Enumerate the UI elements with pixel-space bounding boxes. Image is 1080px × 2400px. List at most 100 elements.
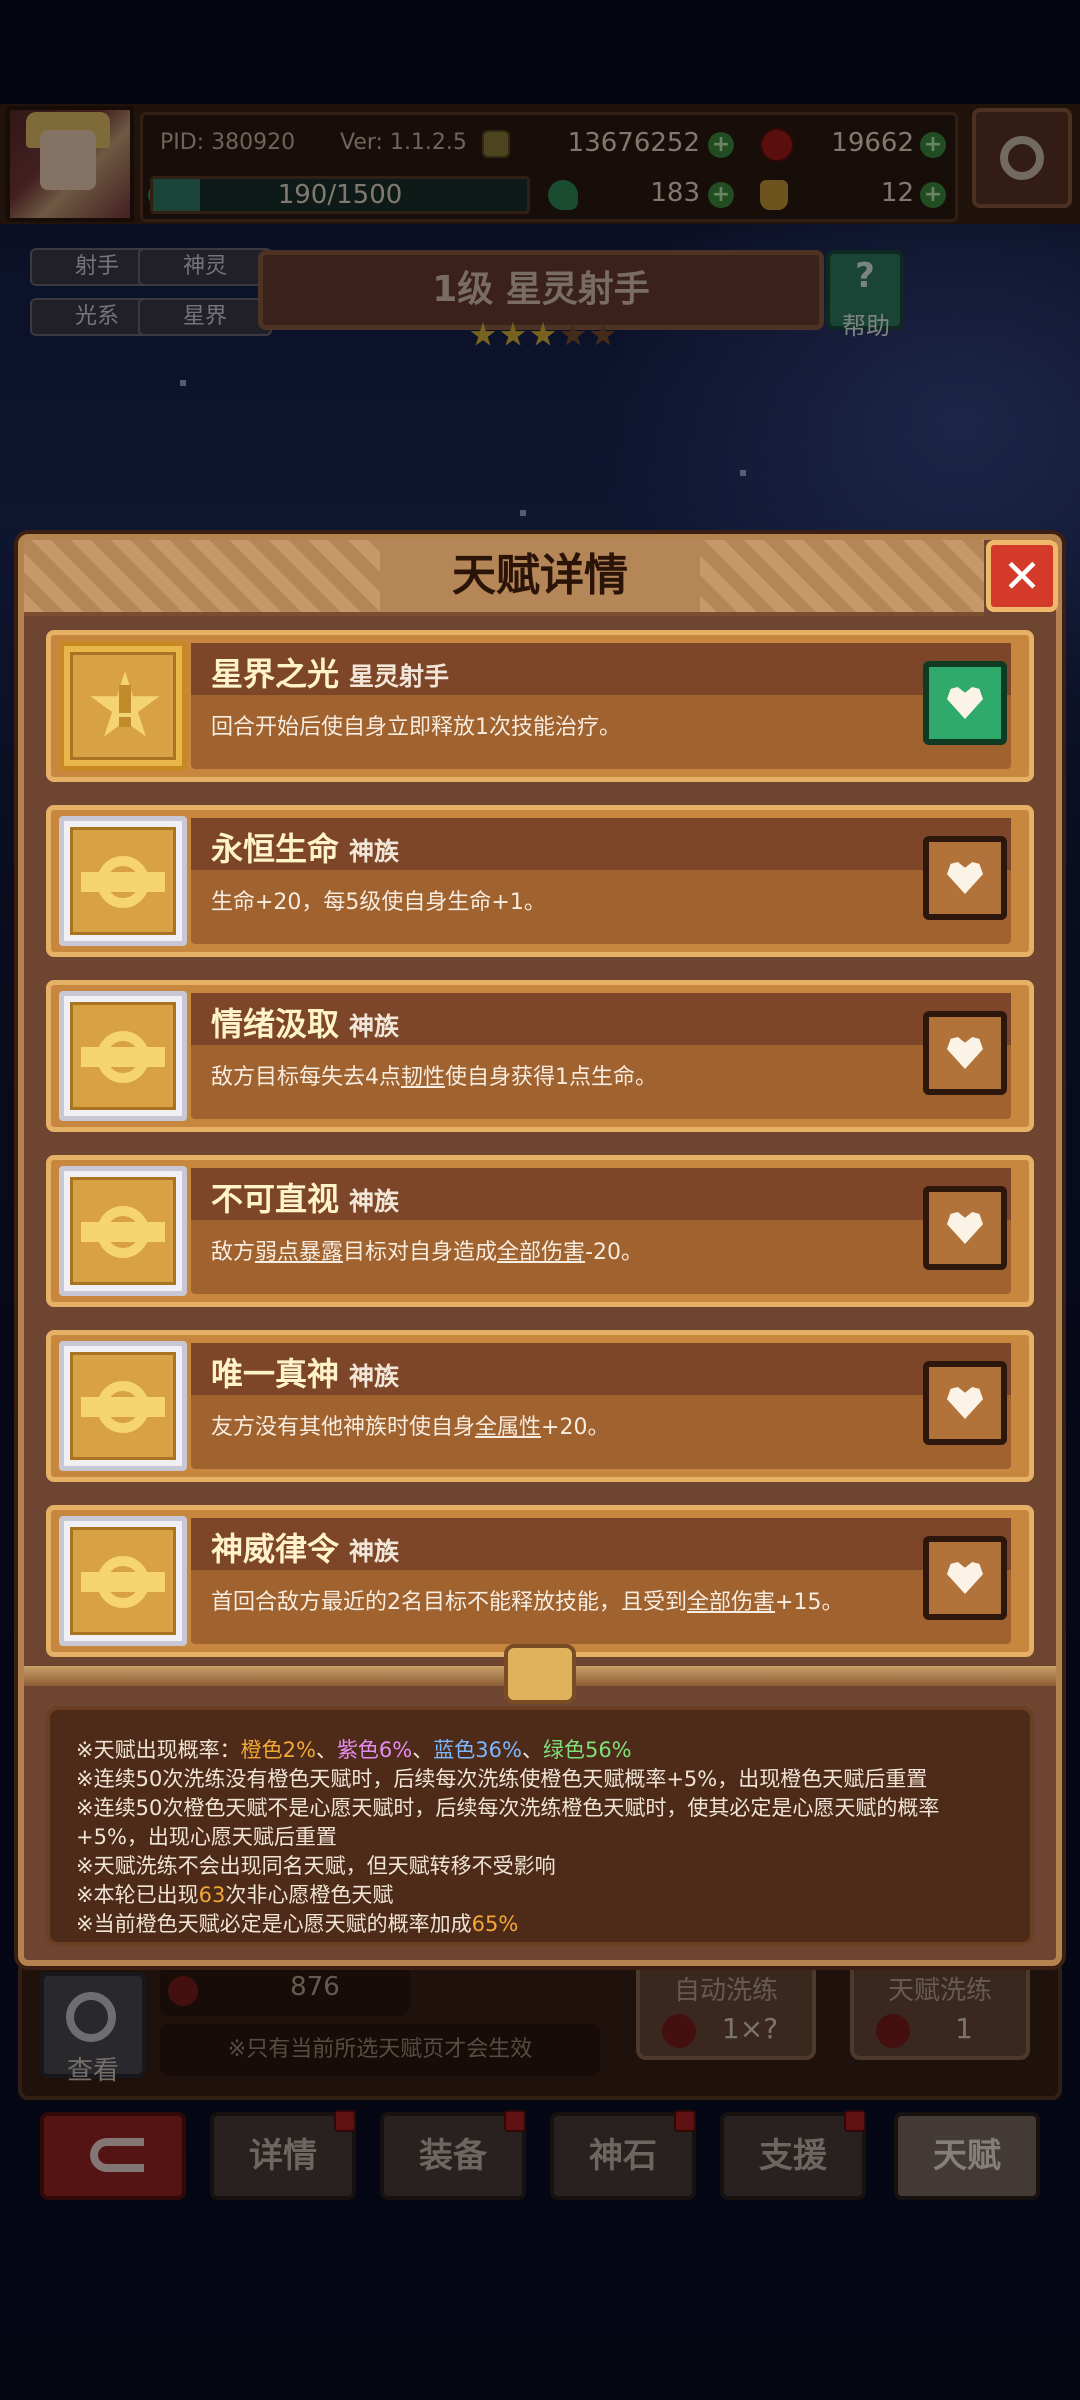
keyword-link[interactable]: 全部伤害 bbox=[687, 1590, 775, 1615]
purple-probability: 紫色6% bbox=[336, 1738, 413, 1762]
halo-ring-icon bbox=[70, 1177, 176, 1285]
talent-name-text: 不可直视 bbox=[211, 1180, 340, 1218]
description-text: +15。 bbox=[775, 1590, 844, 1615]
pity-rule-wish-cont: +5%，出现心愿天赋后重置 bbox=[76, 1825, 337, 1849]
halo-ring-icon bbox=[70, 827, 176, 935]
talent-name: 星界之光 星灵射手 bbox=[211, 649, 449, 695]
separator: 、 bbox=[315, 1738, 337, 1762]
talent-faction-tag: 神族 bbox=[349, 837, 400, 866]
ring-shape bbox=[97, 1031, 149, 1083]
talent-faction-tag: 星灵射手 bbox=[349, 662, 450, 691]
probability-line: ※天赋出现概率：橙色2%、紫色6%、蓝色36%、绿色56% bbox=[76, 1734, 632, 1764]
pity-rule-orange: ※连续50次洗练没有橙色天赋时，后续每次洗练使橙色天赋概率+5%，出现橙色天赋后… bbox=[76, 1767, 928, 1791]
talent-faction-tag: 神族 bbox=[349, 1362, 400, 1391]
ring-shape bbox=[97, 1206, 149, 1258]
exclamation-mark bbox=[119, 685, 131, 713]
wish-bonus-prefix: ※当前橙色天赋必定是心愿天赋的概率加成 bbox=[76, 1912, 472, 1936]
description-text: 首回合敌方最近的2名目标不能释放技能，且受到 bbox=[211, 1590, 687, 1615]
ring-shape bbox=[97, 1556, 149, 1608]
talent-card[interactable]: 不可直视 神族敌方弱点暴露目标对自身造成全部伤害-20。 bbox=[46, 1155, 1034, 1307]
talent-description: 敌方弱点暴露目标对自身造成全部伤害-20。 bbox=[211, 1234, 971, 1266]
talent-description: 友方没有其他神族时使自身全属性+20。 bbox=[211, 1409, 971, 1441]
description-text: 使自身获得1点生命。 bbox=[445, 1065, 658, 1090]
round-count-value: 63 bbox=[198, 1883, 226, 1907]
wish-button[interactable] bbox=[923, 836, 1007, 920]
heart-icon bbox=[947, 1037, 983, 1069]
talent-name: 情绪汲取 神族 bbox=[211, 999, 399, 1045]
heart-icon bbox=[947, 1562, 983, 1594]
wish-selected-button[interactable] bbox=[923, 661, 1007, 745]
round-count-suffix: 次非心愿橙色天赋 bbox=[225, 1883, 394, 1907]
keyword-link[interactable]: 全属性 bbox=[475, 1415, 541, 1440]
talent-icon-frame bbox=[59, 991, 187, 1121]
description-text: +20。 bbox=[541, 1415, 610, 1440]
heart-icon bbox=[947, 862, 983, 894]
close-icon: ✕ bbox=[1002, 549, 1042, 603]
talent-faction-tag: 神族 bbox=[349, 1187, 400, 1216]
ring-shape bbox=[97, 856, 149, 908]
description-text: -20。 bbox=[585, 1240, 643, 1265]
wish-button[interactable] bbox=[923, 1011, 1007, 1095]
wish-bonus-line: ※当前橙色天赋必定是心愿天赋的概率加成65% bbox=[76, 1908, 518, 1938]
wish-bonus-value: 65% bbox=[471, 1912, 519, 1936]
talent-rules-box: ※天赋出现概率：橙色2%、紫色6%、蓝色36%、绿色56% ※连续50次洗练没有… bbox=[46, 1706, 1034, 1946]
description-text: 友方没有其他神族时使自身 bbox=[211, 1415, 476, 1440]
talent-name-text: 唯一真神 bbox=[211, 1355, 340, 1393]
description-text: 目标对自身造成 bbox=[343, 1240, 498, 1265]
talent-icon-frame bbox=[59, 1341, 187, 1471]
separator: 、 bbox=[412, 1738, 434, 1762]
talent-faction-tag: 神族 bbox=[349, 1537, 400, 1566]
talent-card[interactable]: 唯一真神 神族友方没有其他神族时使自身全属性+20。 bbox=[46, 1330, 1034, 1482]
round-count-prefix: ※本轮已出现 bbox=[76, 1883, 199, 1907]
exclamation-dot bbox=[119, 717, 131, 727]
keyword-link[interactable]: 全部伤害 bbox=[497, 1240, 585, 1265]
talent-icon-frame bbox=[59, 641, 187, 771]
talent-name-text: 情绪汲取 bbox=[211, 1005, 340, 1043]
talent-description: 生命+20，每5级使自身生命+1。 bbox=[211, 884, 971, 916]
heart-icon bbox=[947, 687, 983, 719]
keyword-link[interactable]: 弱点暴露 bbox=[255, 1240, 343, 1265]
blue-probability: 蓝色36% bbox=[433, 1738, 522, 1762]
ring-shape bbox=[97, 1381, 149, 1433]
description-text: 回合开始后使自身立即释放1次技能治疗。 bbox=[211, 715, 621, 740]
separator: 、 bbox=[521, 1738, 543, 1762]
green-probability: 绿色56% bbox=[542, 1738, 632, 1762]
description-text: 敌方目标每失去4点 bbox=[211, 1065, 401, 1090]
talent-name-text: 永恒生命 bbox=[211, 830, 340, 868]
talent-icon-frame bbox=[59, 1166, 187, 1296]
close-button[interactable]: ✕ bbox=[986, 540, 1058, 612]
star-badge-icon bbox=[70, 652, 176, 760]
wish-button[interactable] bbox=[923, 1361, 1007, 1445]
divider-gem-icon bbox=[504, 1644, 576, 1704]
talent-name-text: 星界之光 bbox=[211, 655, 340, 693]
talent-faction-tag: 神族 bbox=[349, 1012, 400, 1041]
heart-icon bbox=[947, 1212, 983, 1244]
talent-description: 回合开始后使自身立即释放1次技能治疗。 bbox=[211, 709, 971, 741]
talent-icon-frame bbox=[59, 816, 187, 946]
talent-description: 敌方目标每失去4点韧性使自身获得1点生命。 bbox=[211, 1059, 971, 1091]
description-text: 生命+20，每5级使自身生命+1。 bbox=[211, 890, 546, 915]
halo-ring-icon bbox=[70, 1352, 176, 1460]
keyword-link[interactable]: 韧性 bbox=[401, 1065, 445, 1090]
probability-prefix: ※天赋出现概率： bbox=[76, 1738, 241, 1762]
talent-description: 首回合敌方最近的2名目标不能释放技能，且受到全部伤害+15。 bbox=[211, 1584, 971, 1616]
orange-probability: 橙色2% bbox=[240, 1738, 316, 1762]
talent-icon-frame bbox=[59, 1516, 187, 1646]
talent-name-text: 神威律令 bbox=[211, 1530, 340, 1568]
talent-card[interactable]: 星界之光 星灵射手回合开始后使自身立即释放1次技能治疗。 bbox=[46, 630, 1034, 782]
talent-name: 神威律令 神族 bbox=[211, 1524, 399, 1570]
round-count-line: ※本轮已出现63次非心愿橙色天赋 bbox=[76, 1879, 393, 1909]
halo-ring-icon bbox=[70, 1527, 176, 1635]
talent-name: 不可直视 神族 bbox=[211, 1174, 399, 1220]
description-text: 敌方 bbox=[211, 1240, 256, 1265]
wish-button[interactable] bbox=[923, 1186, 1007, 1270]
heart-icon bbox=[947, 1387, 983, 1419]
talent-card[interactable]: 情绪汲取 神族敌方目标每失去4点韧性使自身获得1点生命。 bbox=[46, 980, 1034, 1132]
wish-button[interactable] bbox=[923, 1536, 1007, 1620]
modal-title: 天赋详情 bbox=[452, 550, 628, 601]
halo-ring-icon bbox=[70, 1002, 176, 1110]
talent-card[interactable]: 永恒生命 神族生命+20，每5级使自身生命+1。 bbox=[46, 805, 1034, 957]
duplicate-rule: ※天赋洗练不会出现同名天赋，但天赋转移不受影响 bbox=[76, 1854, 556, 1878]
talent-name: 永恒生命 神族 bbox=[211, 824, 399, 870]
talent-card[interactable]: 神威律令 神族首回合敌方最近的2名目标不能释放技能，且受到全部伤害+15。 bbox=[46, 1505, 1034, 1657]
